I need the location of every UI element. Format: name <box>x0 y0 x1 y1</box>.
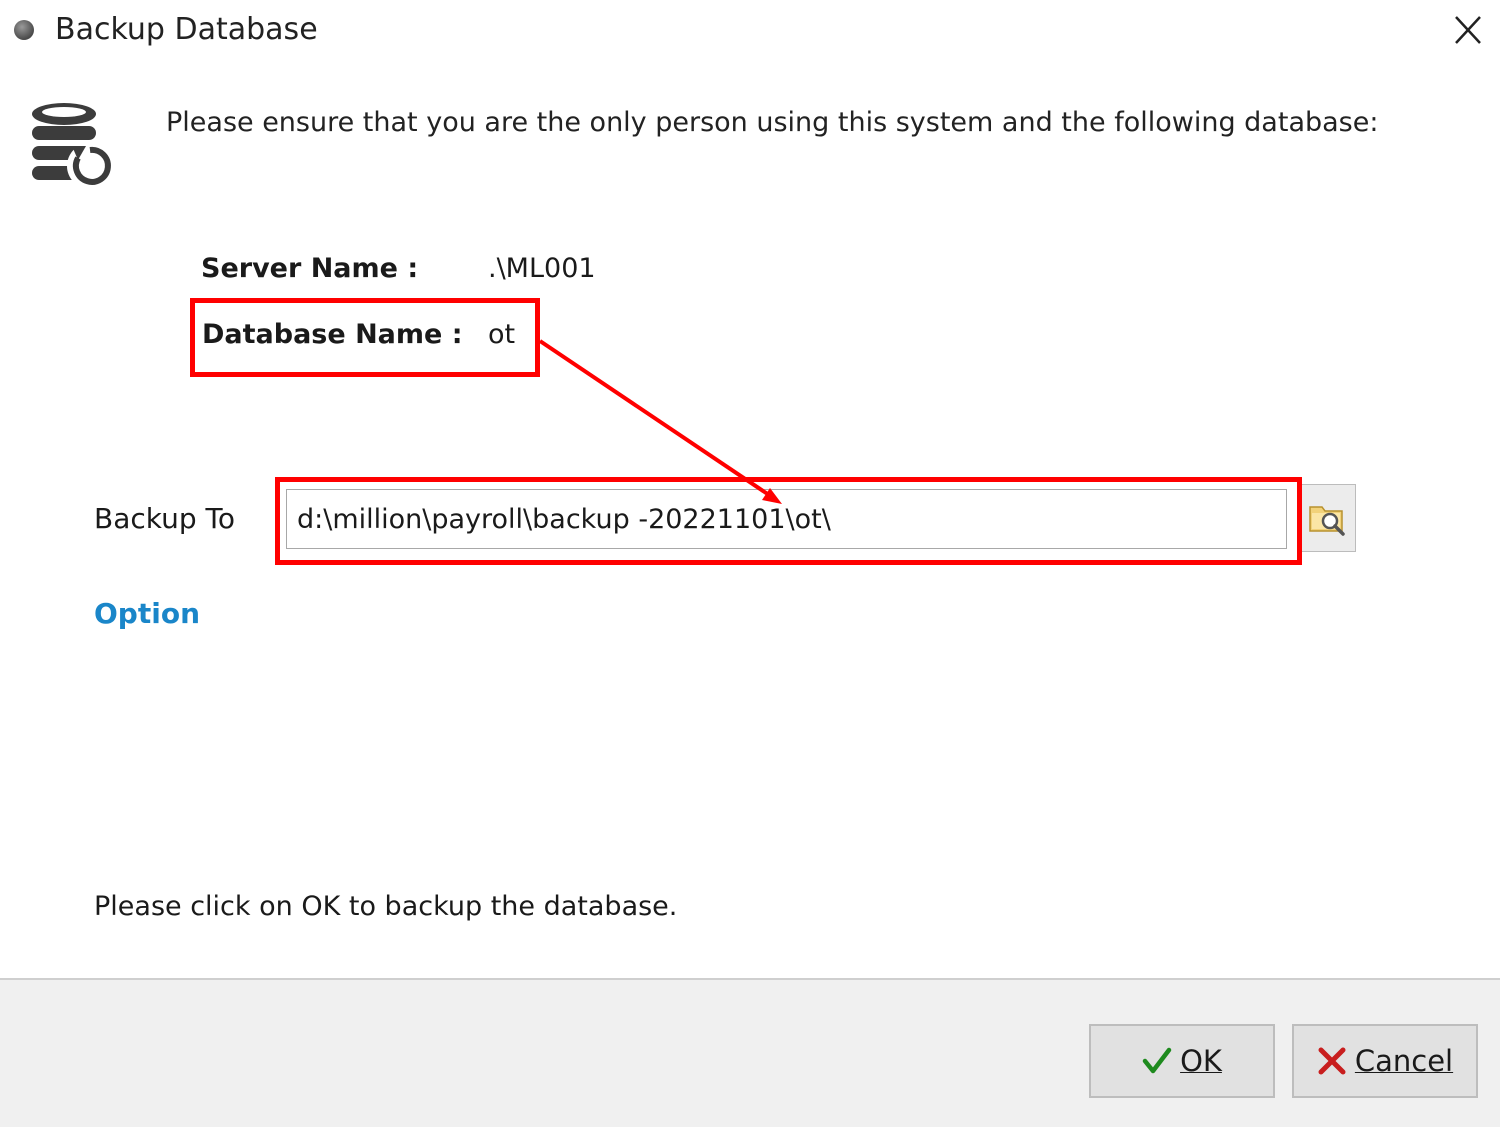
window-title: Backup Database <box>55 12 318 47</box>
database-name-value: ot <box>488 319 516 350</box>
database-name-label: Database Name : <box>202 319 463 350</box>
cancel-button[interactable]: Cancel <box>1292 1024 1478 1098</box>
button-bar <box>0 978 1500 1127</box>
close-button[interactable] <box>1447 10 1489 52</box>
checkmark-icon <box>1142 1047 1172 1074</box>
database-restore-icon <box>28 100 118 194</box>
app-dot-icon <box>14 20 34 40</box>
backup-path-input[interactable] <box>286 489 1287 549</box>
folder-search-icon <box>1309 506 1345 536</box>
ok-label: OK <box>1180 1044 1222 1078</box>
server-name-value: .\ML001 <box>488 253 596 284</box>
option-link[interactable]: Option <box>94 595 200 633</box>
browse-folder-button[interactable] <box>1300 484 1356 552</box>
ok-button[interactable]: OK <box>1089 1024 1275 1098</box>
footer-instruction: Please click on OK to backup the databas… <box>94 891 678 922</box>
instruction-text: Please ensure that you are the only pers… <box>166 107 1379 138</box>
cancel-label: Cancel <box>1354 1044 1454 1078</box>
backup-to-label: Backup To <box>94 502 236 535</box>
server-name-label: Server Name : <box>201 253 419 284</box>
annotation-arrow <box>538 339 782 504</box>
x-icon <box>1318 1047 1346 1075</box>
close-icon <box>1455 16 1481 44</box>
